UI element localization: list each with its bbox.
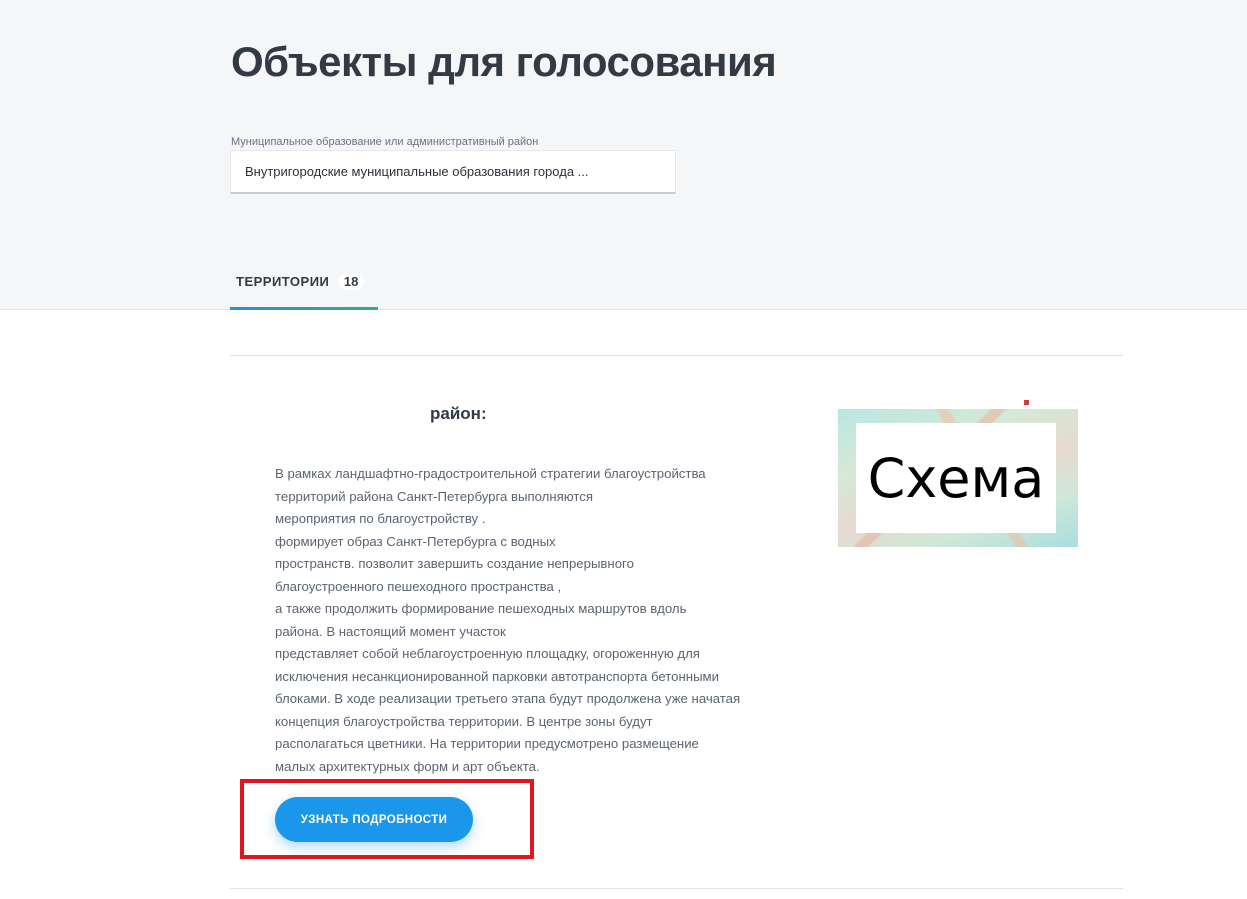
thumbnail-header-strip bbox=[838, 398, 1078, 408]
card-title: район: bbox=[430, 404, 487, 423]
card-description: В рамках ландшафтно-градостроительной ст… bbox=[275, 466, 741, 774]
scheme-caption-box: Схема bbox=[856, 423, 1056, 533]
page-title: Объекты для голосования bbox=[231, 38, 777, 85]
card-top-divider bbox=[230, 355, 1123, 356]
district-select[interactable]: Внутригородские муниципальные образовани… bbox=[230, 150, 676, 194]
tab-label: ТЕРРИТОРИИ bbox=[236, 274, 330, 289]
filter-label: Муниципальное образование или администра… bbox=[231, 136, 539, 148]
district-select-value: Внутригородские муниципальные образовани… bbox=[245, 164, 589, 179]
tab-count-badge: 18 bbox=[337, 273, 365, 290]
card-bottom-divider bbox=[230, 888, 1123, 889]
city-logo-icon bbox=[1024, 400, 1029, 405]
scheme-thumbnail[interactable]: Схема bbox=[838, 409, 1078, 547]
scheme-caption: Схема bbox=[867, 446, 1045, 510]
tab-active-underline bbox=[230, 307, 378, 310]
learn-more-button[interactable]: УЗНАТЬ ПОДРОБНОСТИ bbox=[275, 797, 473, 842]
tab-territories[interactable]: ТЕРРИТОРИИ 18 bbox=[230, 262, 378, 310]
